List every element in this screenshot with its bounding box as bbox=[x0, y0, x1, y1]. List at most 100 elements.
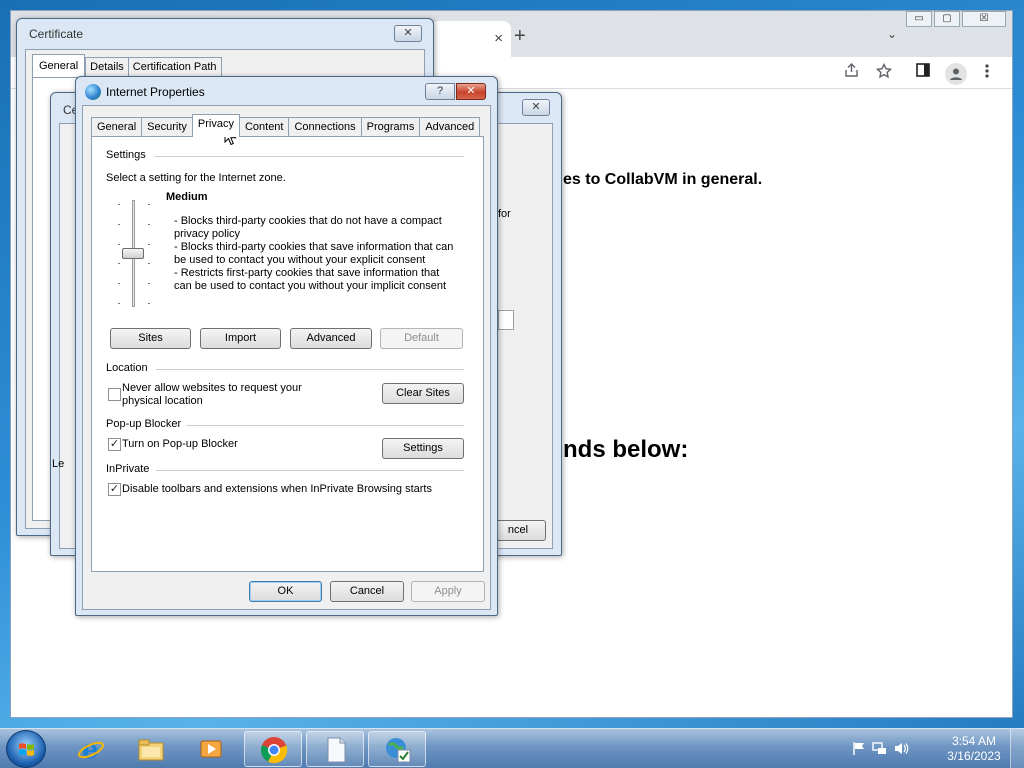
tab-search-icon[interactable]: ⌄ bbox=[887, 27, 897, 41]
clock-date: 3/16/2023 bbox=[947, 749, 1001, 763]
page-heading-commands: nds below: bbox=[563, 436, 689, 463]
profile-avatar-icon[interactable] bbox=[945, 63, 967, 85]
internet-options-icon bbox=[386, 738, 411, 763]
default-button[interactable]: Default bbox=[380, 328, 463, 349]
inprivate-group-label: InPrivate bbox=[106, 463, 150, 475]
tab-advanced[interactable]: Advanced bbox=[419, 117, 481, 137]
tab-content[interactable]: Content bbox=[238, 117, 290, 137]
description-line: can be used to contact you without your … bbox=[174, 280, 447, 292]
taskbar-notepad[interactable] bbox=[306, 731, 364, 767]
description-line: be used to contact you without your expl… bbox=[174, 254, 426, 266]
sites-button[interactable]: Sites bbox=[110, 328, 191, 349]
location-checkbox[interactable] bbox=[108, 388, 121, 401]
location-option-line: physical location bbox=[122, 395, 203, 407]
certificate-tab-certification-path[interactable]: Certification Path bbox=[127, 57, 222, 77]
popup-blocker-label: Turn on Pop-up Blocker bbox=[122, 438, 238, 450]
taskbar-internet-explorer[interactable]: e bbox=[62, 731, 120, 767]
secondary-close-button[interactable]: ✕ bbox=[522, 99, 550, 116]
internet-properties-globe-icon bbox=[85, 84, 101, 100]
description-line: - Blocks third-party cookies that save i… bbox=[174, 241, 454, 253]
internet-explorer-icon: e bbox=[78, 735, 104, 763]
settings-group: Settings bbox=[106, 149, 466, 163]
advanced-button[interactable]: Advanced bbox=[290, 328, 372, 349]
popup-blocker-checkbox[interactable]: ✓ bbox=[108, 438, 121, 451]
slider-tick bbox=[148, 303, 150, 304]
taskbar-internet-properties[interactable] bbox=[368, 731, 426, 767]
secondary-side-letter: Le bbox=[52, 458, 65, 470]
tab-general[interactable]: General bbox=[91, 117, 143, 137]
inprivate-label: Disable toolbars and extensions when InP… bbox=[122, 483, 432, 495]
share-icon[interactable] bbox=[844, 63, 859, 82]
taskbar-chrome[interactable] bbox=[244, 731, 302, 767]
slider-tick bbox=[118, 303, 120, 304]
window-controls: ▭ ▢ ☒ bbox=[904, 11, 1006, 27]
location-group-label: Location bbox=[106, 362, 148, 374]
popup-group-line bbox=[186, 425, 464, 426]
slider-tick bbox=[148, 243, 150, 245]
volume-icon[interactable] bbox=[894, 741, 909, 756]
clear-sites-button[interactable]: Clear Sites bbox=[382, 383, 464, 404]
system-tray: 3:54 AM 3/16/2023 bbox=[844, 729, 1024, 768]
slider-tick bbox=[148, 283, 150, 285]
description-line: - Restricts first-party cookies that sav… bbox=[174, 267, 440, 279]
slider-tick bbox=[118, 283, 120, 285]
inprivate-group: InPrivate bbox=[106, 463, 466, 477]
slider-tick bbox=[148, 204, 150, 205]
slider-tick bbox=[118, 204, 120, 205]
folder-icon bbox=[138, 739, 164, 761]
import-button[interactable]: Import bbox=[200, 328, 281, 349]
action-center-flag-icon[interactable] bbox=[852, 741, 867, 756]
privacy-tab-panel: Settings Select a setting for the Intern… bbox=[91, 136, 484, 572]
media-player-icon bbox=[200, 740, 222, 758]
tab-connections[interactable]: Connections bbox=[288, 117, 362, 137]
privacy-level-description: - Blocks third-party cookies that do not… bbox=[174, 215, 464, 293]
menu-kebab-icon[interactable] bbox=[984, 63, 990, 83]
browser-tab[interactable]: × bbox=[431, 21, 511, 57]
taskbar-file-explorer[interactable] bbox=[122, 731, 180, 767]
taskbar-clock[interactable]: 3:54 AM 3/16/2023 bbox=[942, 734, 1006, 764]
slider-tick bbox=[148, 223, 150, 225]
location-option-label: Never allow websites to request your phy… bbox=[122, 382, 302, 408]
dialog-tabs: General Security Privacy Content Connect… bbox=[91, 114, 481, 137]
help-button[interactable]: ? bbox=[425, 83, 455, 100]
certificate-tab-details[interactable]: Details bbox=[85, 57, 129, 77]
ok-button[interactable]: OK bbox=[249, 581, 322, 602]
new-tab-icon[interactable]: + bbox=[514, 25, 526, 48]
chrome-icon bbox=[260, 737, 288, 764]
show-desktop-button[interactable] bbox=[1010, 729, 1024, 768]
tab-close-icon[interactable]: × bbox=[494, 30, 503, 47]
privacy-slider-thumb[interactable] bbox=[122, 248, 144, 259]
secondary-snippet-for: for bbox=[498, 208, 511, 220]
clock-time: 3:54 AM bbox=[951, 734, 997, 748]
certificate-tab-general[interactable]: General bbox=[32, 54, 86, 77]
dialog-close-button[interactable]: ✕ bbox=[456, 83, 486, 100]
network-icon[interactable] bbox=[872, 741, 887, 756]
description-line: - Blocks third-party cookies that do not… bbox=[174, 215, 442, 227]
start-button[interactable] bbox=[6, 730, 46, 768]
bookmark-star-icon[interactable] bbox=[875, 62, 893, 83]
slider-tick bbox=[118, 223, 120, 225]
secondary-cancel-button[interactable]: ncel bbox=[490, 520, 546, 541]
certificate-tabs: General Details Certification Path bbox=[32, 54, 222, 77]
page-heading-collabvm: es to CollabVM in general. bbox=[563, 171, 763, 188]
popup-settings-button[interactable]: Settings bbox=[382, 438, 464, 459]
tab-security[interactable]: Security bbox=[141, 117, 193, 137]
tab-programs[interactable]: Programs bbox=[360, 117, 421, 137]
maximize-button[interactable]: ▢ bbox=[934, 11, 960, 27]
location-option-line: Never allow websites to request your bbox=[122, 382, 302, 394]
secondary-field[interactable] bbox=[498, 310, 514, 330]
slider-tick bbox=[118, 263, 120, 265]
minimize-button[interactable]: ▭ bbox=[906, 11, 932, 27]
zone-prompt: Select a setting for the Internet zone. bbox=[106, 172, 286, 184]
certificate-close-button[interactable]: ✕ bbox=[394, 25, 422, 42]
side-panel-icon[interactable] bbox=[916, 63, 930, 81]
tab-privacy[interactable]: Privacy bbox=[191, 114, 240, 137]
taskbar: e 3:54 AM 3/16/2023 bbox=[0, 728, 1024, 768]
inprivate-checkbox[interactable]: ✓ bbox=[108, 483, 121, 496]
close-button[interactable]: ☒ bbox=[962, 11, 1006, 27]
taskbar-media-player[interactable] bbox=[182, 731, 240, 767]
cancel-button[interactable]: Cancel bbox=[330, 581, 404, 602]
apply-button[interactable]: Apply bbox=[411, 581, 485, 602]
popup-blocker-group: Pop-up Blocker bbox=[106, 418, 466, 432]
location-group-line bbox=[156, 369, 464, 370]
